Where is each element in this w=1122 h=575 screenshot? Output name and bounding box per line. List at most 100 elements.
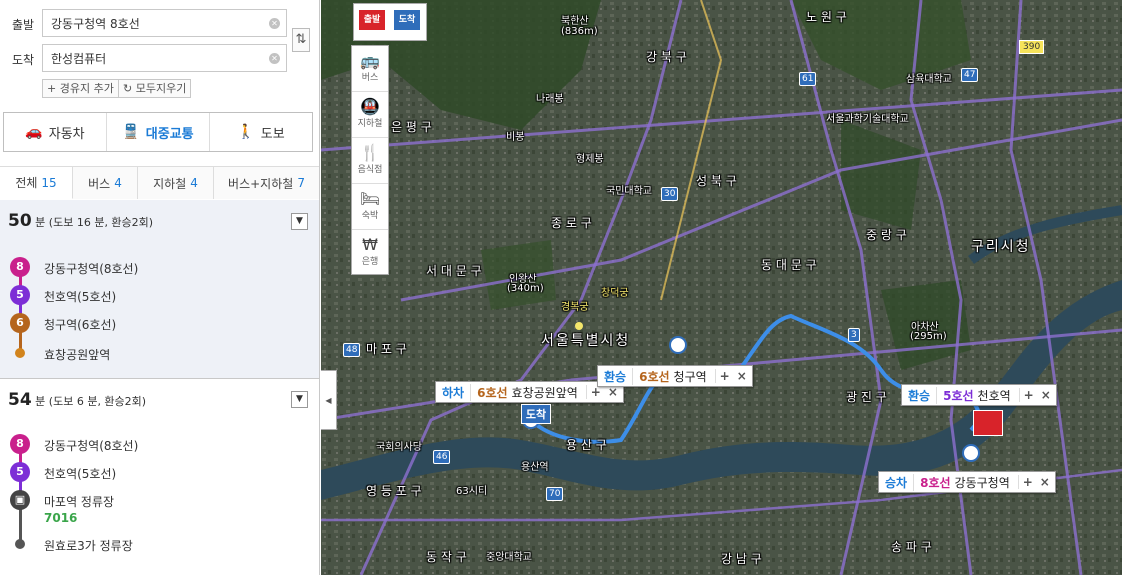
map-label: 국회의사당: [376, 442, 422, 453]
route-2-detail: (도보 6 분, 환승2회): [48, 395, 147, 408]
tab-bus[interactable]: 버스 4: [73, 166, 138, 199]
swap-direction-icon[interactable]: ⇅: [292, 28, 310, 52]
map-label: 용 산 구: [566, 438, 607, 452]
mode-walk-button[interactable]: 🚶 도보: [210, 113, 312, 151]
popup-action: 환승: [902, 386, 938, 404]
road-number: 46: [433, 450, 451, 464]
popup-line: 5호선: [943, 388, 974, 403]
mode-car-label: 자동차: [48, 126, 85, 142]
plus-icon[interactable]: +: [1018, 388, 1038, 402]
close-icon[interactable]: ×: [1037, 475, 1055, 489]
tab-all[interactable]: 전체 15: [0, 166, 73, 199]
road-number: 61: [799, 72, 817, 86]
route-popup-board[interactable]: 승차 8호선 강동구청역 + ×: [878, 471, 1056, 493]
stop-name: 마포역 정류장: [44, 495, 115, 509]
route-2-stop: 8 강동구청역(8호선): [10, 434, 310, 454]
dest-field[interactable]: ✕: [42, 44, 287, 72]
route-popup-transfer-2[interactable]: 환승 5호선 천호역 + ×: [901, 384, 1057, 406]
dest-row: 도착 ✕: [0, 44, 319, 74]
map-label: 비봉: [506, 132, 525, 143]
map-label: 형제봉: [576, 154, 604, 165]
transport-mode-selector: 🚗 자동차 🚆 대중교통 🚶 도보: [3, 112, 313, 152]
endpoint-dot: [15, 348, 25, 358]
tab-bus-label: 버스: [88, 176, 111, 191]
start-end-toolbar: 출발 도착: [353, 3, 427, 41]
route-2-expand-button[interactable]: ▼: [291, 391, 308, 408]
bus-icon: 🚌: [360, 51, 380, 70]
restaurant-layer-button[interactable]: 🍴 음식점: [352, 138, 388, 184]
bank-layer-label: 은행: [361, 257, 379, 267]
line-8-badge: 8: [10, 434, 30, 454]
close-icon[interactable]: ×: [1038, 388, 1056, 402]
tab-bus-subway[interactable]: 버스+지하철 7: [214, 166, 319, 199]
line-5-badge: 5: [10, 462, 30, 482]
origin-field[interactable]: ✕: [42, 9, 287, 37]
add-waypoint-button[interactable]: + 경유지 추가: [42, 79, 119, 98]
dest-label: 도착: [12, 53, 35, 67]
walk-icon: 🚶: [237, 124, 255, 140]
map-category-toolbar: 🚌 버스 🚇 지하철 🍴 음식점 🛏 숙박 ₩ 은행: [351, 45, 389, 275]
line-8-badge: 8: [10, 257, 30, 277]
road-number: 30: [661, 187, 679, 201]
route-1-stop: 8 강동구청역(8호선): [10, 257, 310, 277]
map-label: 마 포 구: [366, 342, 407, 356]
tab-subway-count: 4: [190, 176, 198, 190]
route-1-expand-button[interactable]: ▼: [291, 213, 308, 230]
route-1-stop: 5 천호역(5호선): [10, 285, 310, 305]
lodging-layer-button[interactable]: 🛏 숙박: [352, 184, 388, 230]
map-label: 창덕궁: [601, 288, 629, 299]
road-number: 390: [1019, 40, 1045, 54]
mode-car-button[interactable]: 🚗 자동차: [4, 113, 107, 151]
mode-transit-button[interactable]: 🚆 대중교통: [107, 113, 210, 151]
start-marker-icon[interactable]: [973, 410, 1003, 436]
stop-name: 청구역(6호선): [44, 318, 117, 332]
line-6-badge: 6: [10, 313, 30, 333]
map-label: 동 작 구: [426, 550, 467, 564]
stop-name: 원효로3가 정류장: [44, 539, 133, 553]
route-option-1[interactable]: 50 분 (도보 16 분, 환승2회) ▼ 8 강동구청역(8호선) 5 천호역(…: [0, 200, 319, 378]
dest-input[interactable]: [43, 45, 258, 71]
bus-icon: ▣: [10, 490, 30, 510]
route-1-detail: (도보 16 분, 환승2회): [48, 216, 154, 229]
popup-station: 청구역: [673, 369, 707, 384]
map-label: 영 등 포 구: [366, 484, 422, 498]
bank-icon: ₩: [362, 235, 378, 254]
close-icon[interactable]: ×: [734, 369, 752, 383]
route-1-stop: 6 청구역(6호선): [10, 313, 310, 333]
map-label: (836m): [561, 26, 598, 37]
plus-icon[interactable]: +: [1017, 475, 1037, 489]
end-marker[interactable]: 도착: [521, 404, 551, 424]
road-number: 48: [343, 343, 361, 357]
map-label: (295m): [910, 331, 947, 342]
bus-layer-button[interactable]: 🚌 버스: [352, 46, 388, 92]
origin-input[interactable]: [43, 10, 258, 36]
map-label: 송 파 구: [891, 540, 932, 554]
route-option-2[interactable]: 54 분 (도보 6 분, 환승2회) ▼ 8 강동구청역(8호선) 5 천호역(5…: [0, 379, 319, 575]
route-popup-transfer-1[interactable]: 환승 6호선 청구역 + ×: [597, 365, 753, 387]
map-view[interactable]: 출발 도착 🚌 버스 🚇 지하철 🍴 음식점 🛏 숙박 ₩ 은행 서울특별시청 구리시청 …: [321, 0, 1122, 575]
clear-all-button[interactable]: ↻ 모두지우기: [118, 79, 192, 98]
map-label: 63시티: [456, 486, 488, 497]
popup-line: 6호선: [639, 369, 670, 384]
collapse-panel-button[interactable]: ◀: [321, 370, 337, 430]
map-label: 용산역: [521, 462, 549, 473]
tab-subway[interactable]: 지하철 4: [138, 166, 214, 199]
stop-name: 효창공원앞역: [44, 348, 111, 362]
map-label: 중앙대학교: [486, 552, 532, 563]
mode-transit-label: 대중교통: [145, 126, 194, 142]
bank-layer-button[interactable]: ₩ 은행: [352, 230, 388, 276]
clear-origin-icon[interactable]: ✕: [269, 18, 280, 29]
route-1-unit: 분: [35, 216, 46, 229]
clear-dest-icon[interactable]: ✕: [269, 53, 280, 64]
popup-action: 환승: [598, 367, 634, 385]
plus-icon[interactable]: +: [714, 369, 734, 383]
plus-icon[interactable]: +: [585, 385, 605, 399]
route-popup-alight[interactable]: 하차 6호선 효창공원앞역 + ×: [435, 381, 624, 403]
popup-action: 승차: [879, 473, 915, 491]
close-icon[interactable]: ×: [605, 385, 623, 399]
subway-layer-button[interactable]: 🚇 지하철: [352, 92, 388, 138]
map-label: (340m): [507, 283, 544, 294]
end-flag-button[interactable]: 도착: [394, 10, 420, 30]
start-flag-button[interactable]: 출발: [359, 10, 385, 30]
lodging-layer-label: 숙박: [361, 211, 379, 221]
